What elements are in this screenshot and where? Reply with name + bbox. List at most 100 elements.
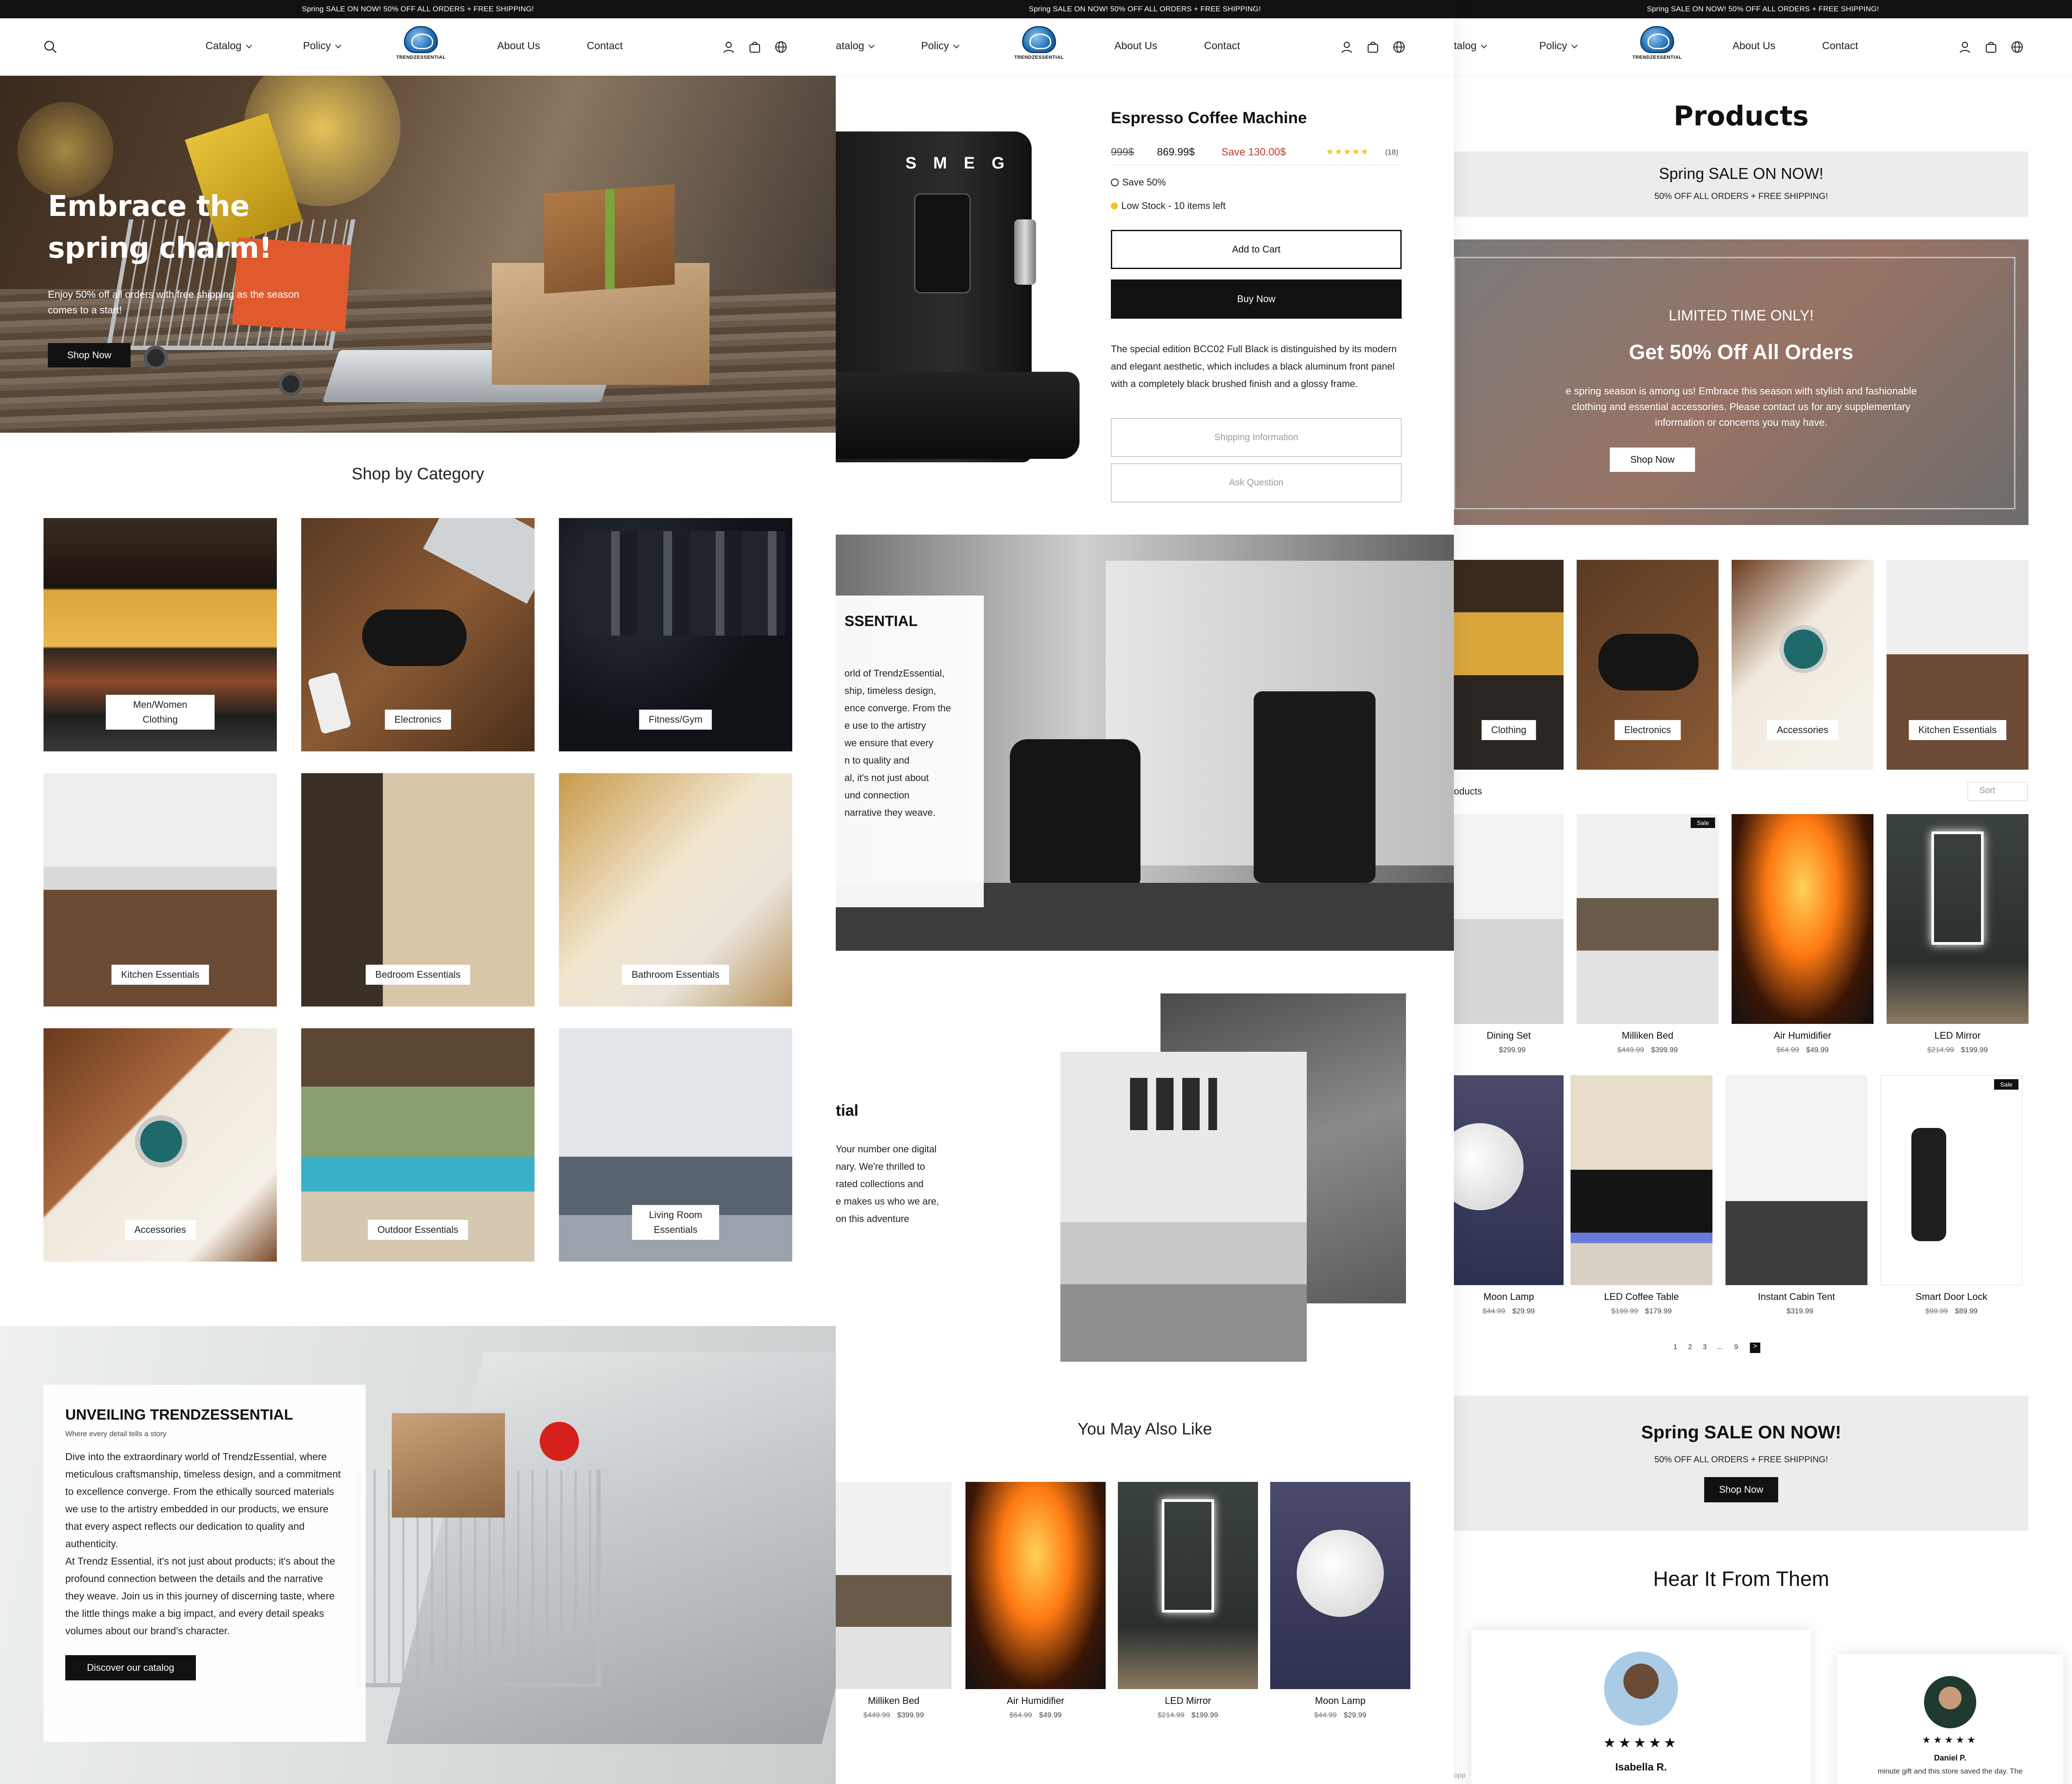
search-icon[interactable] [44, 40, 57, 54]
chevron-down-icon [953, 42, 960, 49]
cart-icon[interactable] [1366, 40, 1380, 54]
promo-bar: Spring SALE ON NOW! 50% OFF ALL ORDERS +… [836, 0, 1454, 18]
nav-policy[interactable]: Policy [303, 40, 342, 52]
category-tile-kitchen[interactable]: Kitchen Essentials [44, 773, 277, 1006]
ask-question-accordion[interactable]: Ask Question [1111, 463, 1402, 502]
pagination-9[interactable]: 9 [1734, 1343, 1738, 1351]
banner-overlay [1454, 239, 2028, 525]
banner-shop-now-button[interactable]: Shop Now [1610, 448, 1695, 472]
product-card[interactable]: Instant Cabin Tent $319.99 [1726, 1075, 1867, 1316]
nav-catalog[interactable]: Catalog [205, 40, 252, 52]
box-image [544, 184, 675, 294]
chevron-down-icon [246, 42, 252, 49]
nav-contact[interactable]: Contact [1822, 40, 1858, 52]
watch-image [1779, 625, 1827, 673]
product-card[interactable]: Milliken Bed $449.99 $399.99 [836, 1482, 952, 1720]
account-icon[interactable] [1340, 40, 1354, 54]
add-to-cart-button[interactable]: Add to Cart [1111, 230, 1402, 269]
brand-logo[interactable]: TRENDZESSENTIAL [393, 26, 449, 70]
category-tile-fitness[interactable]: Fitness/Gym [559, 518, 792, 751]
nav-about[interactable]: About Us [1114, 40, 1157, 52]
sale-badge: Sale [1994, 1079, 2018, 1090]
brand-logo[interactable]: TRENDZESSENTIAL [1629, 26, 1685, 70]
category-label: Men/Women Clothing [106, 695, 215, 730]
product-name: Milliken Bed [1621, 1030, 1674, 1041]
buy-now-button[interactable]: Buy Now [1111, 279, 1402, 319]
product-image: Sale [1577, 814, 1719, 1024]
product-card[interactable]: Dining Set $299.99 [1454, 814, 1564, 1054]
product-card[interactable]: LED Mirror $214.99 $199.99 [1118, 1482, 1258, 1720]
smeg-logo: S M E G [905, 154, 1011, 172]
category-tile-living-room[interactable]: Living Room Essentials [559, 1028, 792, 1262]
category-tile-electronics[interactable]: Electronics [301, 518, 535, 751]
box-image [392, 1413, 505, 1518]
review-stars: ★★★★★ [1603, 1735, 1679, 1750]
hero-shop-now-button[interactable]: Shop Now [48, 343, 131, 367]
cart-wheel [144, 346, 168, 370]
footer-shop-now-button[interactable]: Shop Now [1704, 1477, 1778, 1502]
category-tile-outdoor[interactable]: Outdoor Essentials [301, 1028, 535, 1262]
category-tile-accessories[interactable]: Accessories [44, 1028, 277, 1262]
product-price: $319.99 [1786, 1307, 1813, 1315]
category-tile-clothing[interactable]: Men/Women Clothing [44, 518, 277, 751]
nav-contact[interactable]: Contact [587, 40, 623, 52]
about-section: UNVEILING TRENDZESSENTIAL Where every de… [0, 1326, 836, 1784]
category-tile-bathroom[interactable]: Bathroom Essentials [559, 773, 792, 1006]
chevron-down-icon [335, 42, 342, 49]
intro-text: Your number one digital nary. We're thril… [836, 1144, 939, 1224]
pagination-next[interactable]: > [1750, 1343, 1760, 1353]
category-tile-bedroom[interactable]: Bedroom Essentials [301, 773, 535, 1006]
category-label: Outdoor Essentials [368, 1220, 468, 1240]
product-card[interactable]: Air Humidifier $64.99 $49.99 [965, 1482, 1106, 1720]
category-label: Bedroom Essentials [366, 965, 470, 985]
products-label: oducts [1454, 786, 1482, 797]
sort-select[interactable]: Sort [1968, 782, 2028, 801]
product-name: Milliken Bed [868, 1695, 920, 1706]
shipping-info-accordion[interactable]: Shipping Information [1111, 418, 1402, 457]
nav-contact[interactable]: Contact [1204, 40, 1240, 52]
door-lock-image [1911, 1128, 1946, 1241]
cart-icon[interactable] [748, 40, 762, 54]
product-card[interactable]: LED Mirror $214.99 $199.99 [1887, 814, 2028, 1054]
hero-subtitle: Enjoy 50% off all orders with free shipp… [48, 289, 299, 316]
pagination-ellipsis: ... [1717, 1343, 1723, 1351]
product-image [965, 1482, 1106, 1689]
category-tile-electronics[interactable]: Electronics [1577, 560, 1719, 770]
nav-catalog[interactable]: talog [1454, 40, 1487, 52]
product-card[interactable]: LED Coffee Table $199.99 $179.99 [1571, 1075, 1712, 1316]
brand-logo[interactable]: TRENDZESSENTIAL [1011, 26, 1067, 70]
nav-policy[interactable]: Policy [1539, 40, 1578, 52]
account-icon[interactable] [722, 40, 736, 54]
nav-about[interactable]: About Us [497, 40, 540, 52]
product-card[interactable]: Air Humidifier $64.99 $49.99 [1732, 814, 1874, 1054]
pagination-2[interactable]: 2 [1688, 1343, 1692, 1351]
product-title: Espresso Coffee Machine [1111, 109, 1307, 127]
category-tile-kitchen[interactable]: Kitchen Essentials [1887, 560, 2028, 770]
logo-icon [1022, 26, 1056, 53]
globe-icon[interactable] [1392, 40, 1406, 54]
review-text: minute gift and this store saved the day… [1877, 1767, 2023, 1775]
product-image: S M E G [836, 76, 1106, 535]
discover-catalog-button[interactable]: Discover our catalog [65, 1655, 196, 1680]
nav-about[interactable]: About Us [1732, 40, 1776, 52]
cart-icon[interactable] [1984, 40, 1998, 54]
sale-subtitle: 50% OFF ALL ORDERS + FREE SHIPPING! [1654, 192, 1828, 201]
account-icon[interactable] [1958, 40, 1972, 54]
product-card[interactable]: Sale Milliken Bed $449.99 $399.99 [1577, 814, 1719, 1054]
category-tile-accessories[interactable]: Accessories [1732, 560, 1874, 770]
old-price: 999$ [1111, 146, 1134, 158]
category-tile-clothing[interactable]: Clothing [1454, 560, 1564, 770]
globe-icon[interactable] [774, 40, 788, 54]
globe-icon[interactable] [2010, 40, 2024, 54]
pagination-1[interactable]: 1 [1673, 1343, 1677, 1351]
pagination-3[interactable]: 3 [1703, 1343, 1707, 1351]
review-card: ★★★★★ Isabella R. [1471, 1630, 1811, 1784]
product-name: Moon Lamp [1315, 1695, 1366, 1706]
about-subtitle: Where every detail tells a story [65, 1430, 167, 1438]
banner-text: e spring season is among us! Embrace thi… [1565, 385, 1917, 428]
nav-policy[interactable]: Policy [921, 40, 960, 52]
product-card[interactable]: Sale Smart Door Lock $99.99 $89.99 [1880, 1075, 2022, 1316]
product-card[interactable]: Moon Lamp $44.99 $29.99 [1454, 1075, 1564, 1316]
nav-catalog[interactable]: atalog [836, 40, 875, 52]
product-card[interactable]: Moon Lamp $44.99 $29.99 [1270, 1482, 1410, 1720]
